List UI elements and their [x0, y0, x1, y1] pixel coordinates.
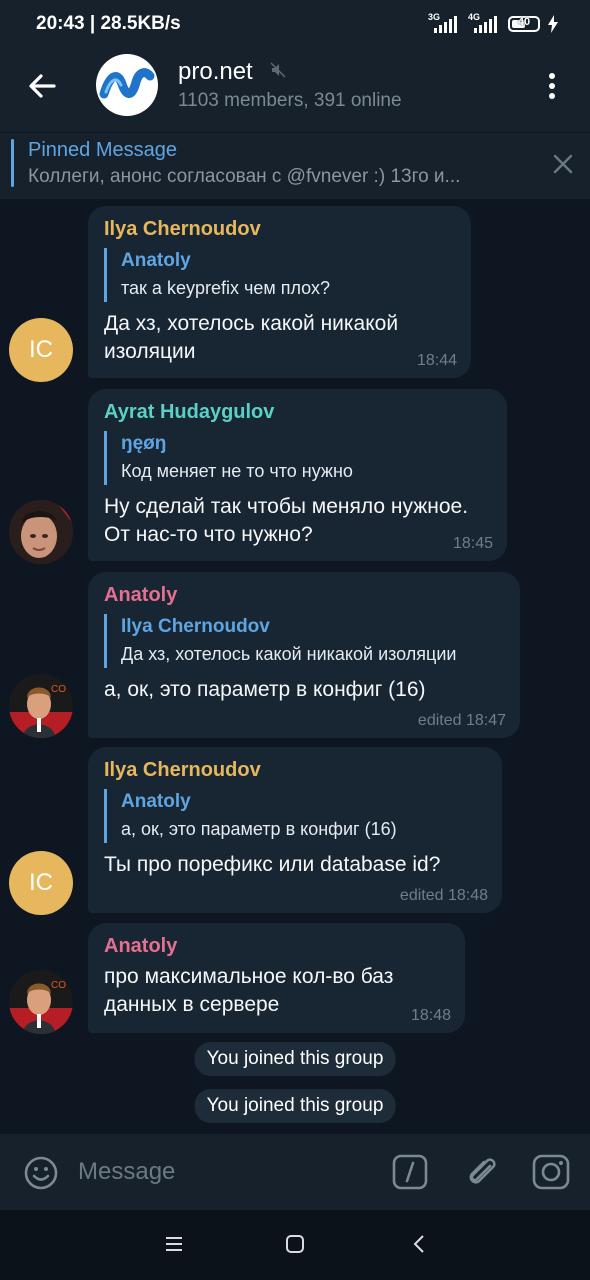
avatar[interactable]: IC — [9, 318, 73, 382]
service-message: You joined this group — [194, 1042, 396, 1076]
message-bubble[interactable]: Ilya Chernoudov Anatoly так а keyprefix … — [88, 206, 471, 378]
reply-text: так а keyprefix чем плох? — [121, 278, 331, 298]
reply-author: Anatoly — [121, 791, 191, 812]
battery-icon: 40 — [508, 16, 540, 32]
signal-3g-icon — [434, 16, 457, 33]
message-text: про максимальное кол-во баз данных в сер… — [104, 965, 394, 1016]
message-bubble[interactable]: Anatoly Ilya Chernoudov Да хз, хотелось … — [88, 572, 520, 738]
message-bubble[interactable]: Anatoly про максимальное кол-во баз данн… — [88, 923, 465, 1033]
pinned-message-bar[interactable]: Pinned Message Коллеги, анонс согласован… — [0, 132, 590, 199]
bot-command-icon[interactable] — [392, 1154, 428, 1190]
reply-text: Код меняет не то что нужно — [121, 461, 353, 481]
user-photo-icon: CO — [9, 970, 73, 1034]
status-time: 20:43 | 28.5KB/s — [36, 13, 181, 34]
reply-author: Anatoly — [121, 250, 191, 271]
user-photo-icon: CO — [9, 674, 73, 738]
message-bubble[interactable]: Ilya Chernoudov Anatoly а, ок, это парам… — [88, 747, 502, 913]
reply-author: Ilya Chernoudov — [121, 616, 270, 637]
user-photo-icon — [9, 500, 73, 564]
mute-icon — [270, 62, 286, 78]
message-text: Ты про порефикс или database id? — [104, 853, 441, 876]
service-message: You joined this group — [194, 1089, 396, 1123]
attach-icon[interactable] — [464, 1152, 500, 1192]
system-nav-bar — [0, 1210, 590, 1280]
nav-menu-icon[interactable] — [164, 1234, 184, 1254]
close-icon[interactable] — [552, 153, 574, 175]
emoji-icon[interactable] — [24, 1156, 58, 1190]
message-sender[interactable]: Ayrat Hudaygulov — [104, 399, 491, 425]
svg-text:CO: CO — [51, 980, 66, 991]
status-bar: 20:43 | 28.5KB/s 3G 4G 40 — [0, 0, 590, 48]
message-bubble[interactable]: Ayrat Hudaygulov ŋęøŋ Код меняет не то ч… — [88, 389, 507, 561]
reply-text: а, ок, это параметр в конфиг (16) — [121, 819, 397, 839]
avatar-initials: IC — [29, 869, 53, 896]
dotnet-logo-icon — [99, 68, 155, 99]
message-time: 18:45 — [452, 535, 493, 552]
reply-quote[interactable]: Anatoly а, ок, это параметр в конфиг (16… — [104, 789, 486, 843]
reply-text: Да хз, хотелось какой никакой изоляции — [121, 644, 457, 664]
more-vert-icon[interactable] — [540, 70, 564, 102]
chat-subtitle: 1103 members, 391 online — [178, 90, 402, 111]
back-arrow-icon[interactable] — [24, 68, 60, 104]
avatar-initials: IC — [29, 336, 53, 363]
message-sender[interactable]: Ilya Chernoudov — [104, 757, 486, 783]
pinned-text: Коллеги, анонс согласован с @fvnever :) … — [28, 166, 461, 187]
message-sender[interactable]: Anatoly — [104, 582, 504, 608]
message-time: 18:44 — [416, 352, 457, 369]
pinned-title: Pinned Message — [28, 139, 177, 161]
message-input[interactable]: Message — [78, 1158, 175, 1186]
nav-home-icon[interactable] — [285, 1234, 305, 1254]
message-text: Ну сделай так чтобы меняло нужное. От на… — [104, 495, 469, 546]
avatar[interactable]: CO — [9, 970, 73, 1034]
reply-quote[interactable]: Anatoly так а keyprefix чем плох? — [104, 248, 455, 302]
svg-text:CO: CO — [51, 684, 66, 695]
group-avatar[interactable] — [96, 54, 158, 116]
message-time: 18:48 — [410, 1007, 451, 1024]
message-sender[interactable]: Anatoly — [104, 933, 449, 959]
reply-quote[interactable]: Ilya Chernoudov Да хз, хотелось какой ни… — [104, 614, 504, 668]
camera-icon[interactable] — [532, 1154, 570, 1190]
avatar[interactable]: IC — [9, 851, 73, 915]
battery-level: 40 — [517, 16, 531, 28]
message-sender[interactable]: Ilya Chernoudov — [104, 216, 455, 242]
avatar[interactable]: CO — [9, 674, 73, 738]
chat-header: pro.net 1103 members, 391 online — [0, 48, 590, 132]
message-text: а, ок, это параметр в конфиг (16) — [104, 678, 426, 701]
message-time: edited 18:47 — [417, 712, 506, 729]
reply-quote[interactable]: ŋęøŋ Код меняет не то что нужно — [104, 431, 491, 485]
nav-back-icon[interactable] — [410, 1234, 430, 1254]
message-time: edited 18:48 — [399, 887, 488, 904]
pinned-indicator — [11, 139, 14, 187]
signal-4g-icon — [474, 16, 497, 33]
reply-author: ŋęøŋ — [121, 433, 167, 454]
message-input-bar: Message — [0, 1134, 590, 1210]
chat-title[interactable]: pro.net — [178, 58, 253, 86]
charging-icon — [548, 15, 558, 33]
avatar[interactable] — [9, 500, 73, 564]
message-text: Да хз, хотелось какой никакой изоляции — [104, 312, 399, 363]
